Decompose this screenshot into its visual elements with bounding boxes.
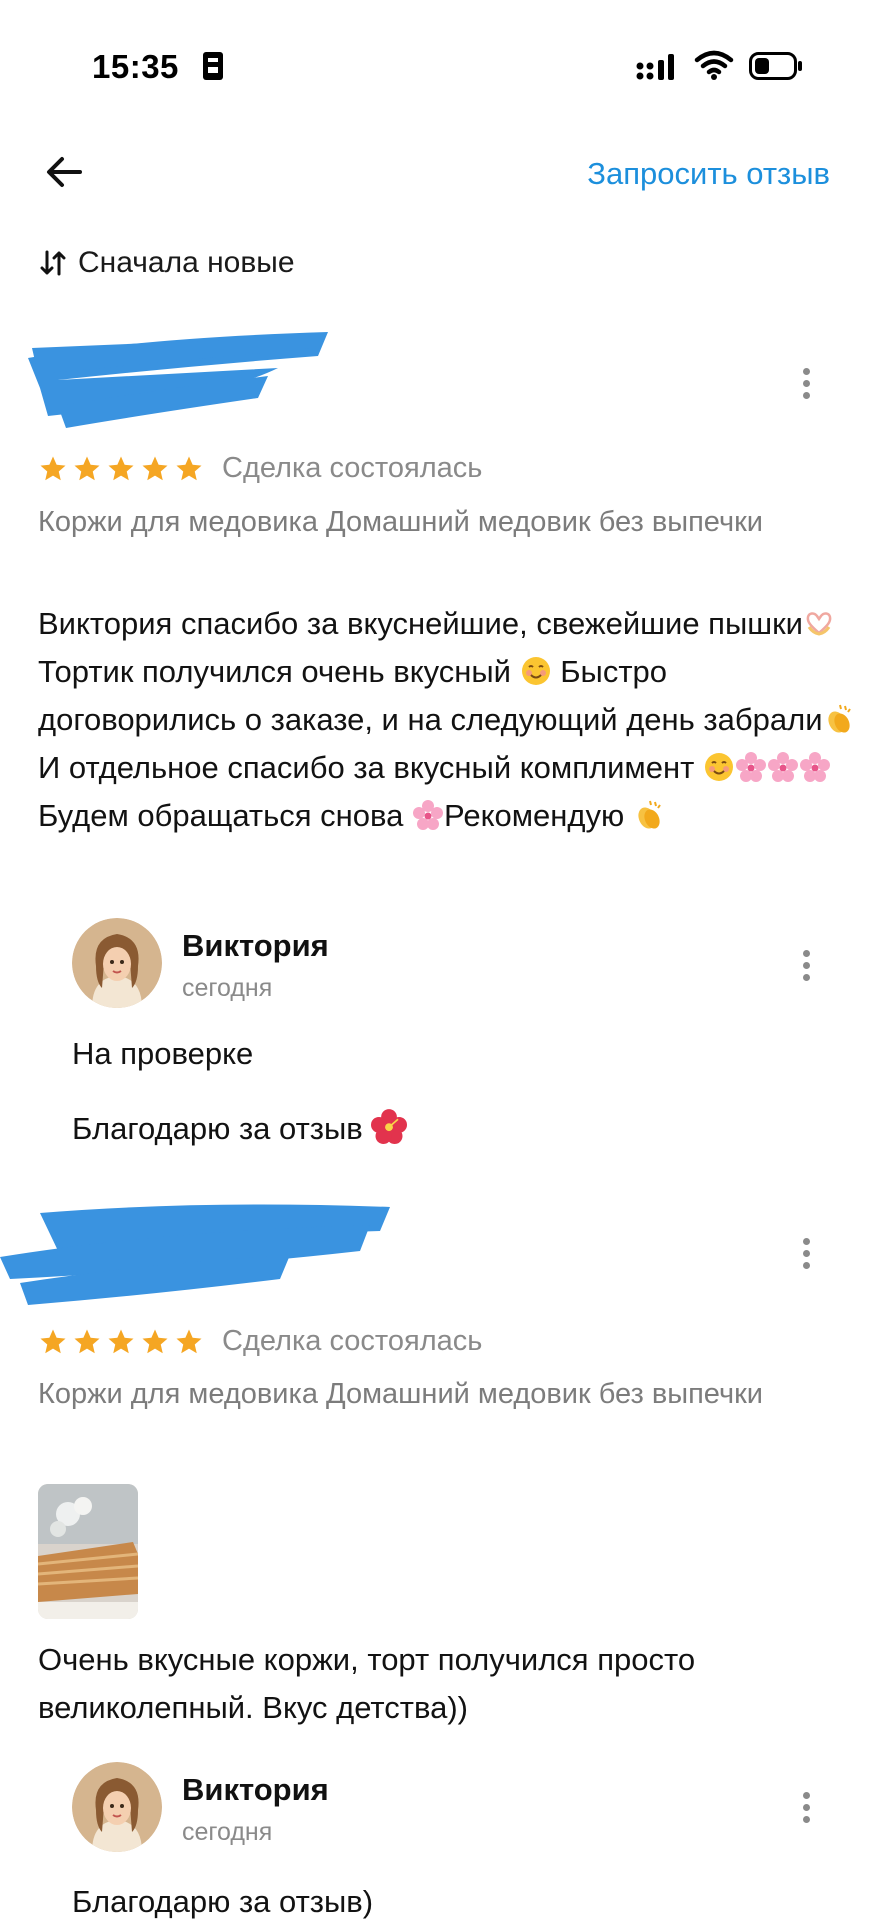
clapping-hands-emoji-icon	[638, 800, 661, 829]
sort-label: Сначала новые	[78, 246, 295, 279]
redacted-reviewer-name	[28, 332, 328, 428]
cherry-blossom-emoji-icon	[799, 752, 830, 782]
smiling-face-emoji-icon	[704, 753, 733, 781]
sort-selector[interactable]: Сначала новые	[38, 246, 295, 280]
review-1-text-part: Виктория спасибо за вкуснейшие, свежейши…	[38, 606, 803, 641]
sort-icon	[40, 250, 66, 276]
reply-text: Благодарю за отзыв	[72, 1108, 408, 1147]
battery-icon	[749, 52, 802, 80]
redacted-reviewer-name	[0, 1204, 390, 1305]
seller-name[interactable]: Виктория	[182, 1772, 329, 1808]
review-2-text: Очень вкусные коржи, торт получился прос…	[38, 1642, 696, 1725]
request-review-link[interactable]: Запросить отзыв	[587, 156, 830, 192]
review-2-deal-status: Сделка состоялась	[222, 1325, 483, 1357]
review-2-more-menu[interactable]	[800, 1238, 812, 1274]
reply-1-more-menu[interactable]	[800, 950, 812, 986]
cherry-blossom-emoji-icon	[735, 752, 766, 782]
review-1-text-part: И отдельное спасибо за вкусный комплимен…	[38, 750, 703, 785]
star-icon	[74, 1329, 100, 1353]
star-icon	[142, 456, 168, 480]
review-1-more-menu[interactable]	[800, 368, 812, 404]
review-2-seller-reply: Виктория сегодня Благодарю за отзыв)	[72, 1762, 832, 1922]
back-arrow-icon[interactable]	[40, 148, 88, 196]
review-2-rating-row: Сделка состоялась	[38, 1325, 482, 1358]
smiling-face-emoji-icon	[521, 657, 550, 685]
star-icon	[40, 456, 66, 480]
wifi-icon	[694, 50, 734, 80]
reply-date: сегодня	[182, 1818, 273, 1846]
review-1-text: Виктория спасибо за вкуснейшие, свежейши…	[38, 600, 858, 840]
review-2-stars	[38, 1327, 204, 1357]
reply-date: сегодня	[182, 974, 273, 1002]
review-1-rating-row: Сделка состоялась	[38, 452, 482, 485]
reply-text-content: Благодарю за отзыв	[72, 1111, 372, 1146]
review-1-text-part: Тортик получился очень вкусный	[38, 654, 520, 689]
star-icon	[176, 456, 202, 480]
cherry-blossom-emoji-icon	[413, 800, 444, 830]
clapping-hands-emoji-icon	[827, 704, 851, 733]
cherry-blossom-emoji-icon	[767, 752, 798, 782]
review-1-text-part: Будем обращаться снова	[38, 798, 413, 833]
reply-2-more-menu[interactable]	[800, 1792, 812, 1828]
heart-hands-emoji-icon	[806, 612, 832, 636]
review-2-photo-thumbnail[interactable]	[38, 1484, 138, 1619]
review-1-seller-reply: Виктория сегодня На проверке Благодарю з…	[72, 918, 832, 1148]
review-1-text-part: Рекомендую	[444, 798, 633, 833]
star-icon	[108, 456, 134, 480]
star-icon	[176, 1329, 202, 1353]
star-icon	[40, 1329, 66, 1353]
sim-card-icon	[203, 52, 223, 80]
status-time: 15:35	[92, 48, 179, 85]
seller-avatar[interactable]	[72, 918, 162, 1008]
seller-name[interactable]: Виктория	[182, 928, 329, 964]
status-bar: 15:35	[0, 0, 884, 130]
reply-text: Благодарю за отзыв)	[72, 1884, 374, 1919]
star-icon	[108, 1329, 134, 1353]
review-2-product[interactable]: Коржи для медовика Домашний медовик без …	[38, 1372, 818, 1416]
cellular-signal-icon	[636, 54, 674, 80]
star-icon	[142, 1329, 168, 1353]
hibiscus-emoji-icon	[371, 1109, 408, 1144]
review-1-product[interactable]: Коржи для медовика Домашний медовик без …	[38, 500, 818, 544]
review-1-deal-status: Сделка состоялась	[222, 452, 483, 484]
star-icon	[74, 456, 100, 480]
review-1-stars	[38, 454, 204, 484]
seller-avatar[interactable]	[72, 1762, 162, 1852]
reply-status: На проверке	[72, 1036, 254, 1071]
